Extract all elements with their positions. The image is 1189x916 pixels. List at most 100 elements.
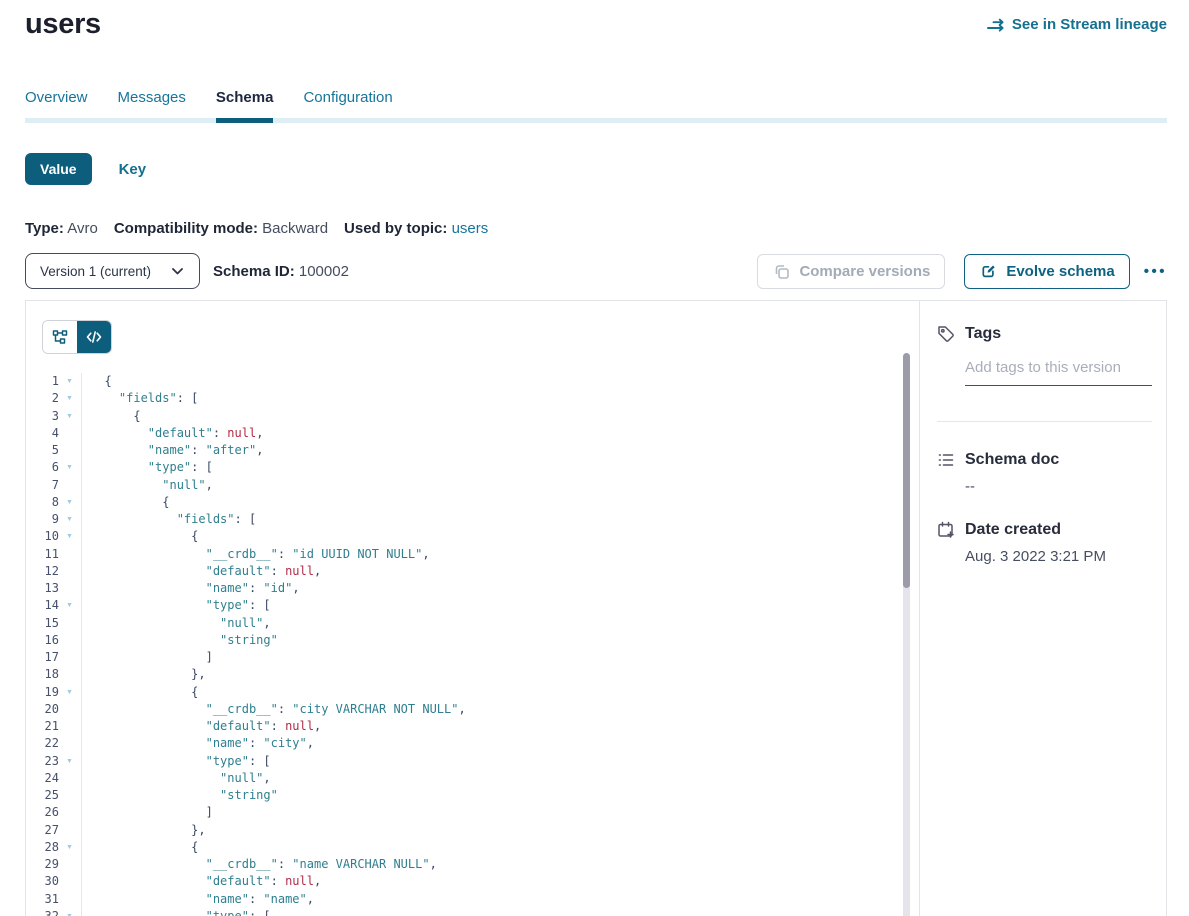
fold-spacer: [59, 718, 80, 735]
schema-doc-heading-label: Schema doc: [965, 451, 1059, 469]
code-line: 29 "__crdb__": "name VARCHAR NULL",: [26, 856, 899, 873]
line-number: 32: [26, 908, 59, 916]
code-line: 27 },: [26, 822, 899, 839]
more-options-button[interactable]: •••: [1144, 263, 1167, 280]
editor-view-toggle: [42, 320, 112, 354]
code-line: 18 },: [26, 666, 899, 683]
line-number: 30: [26, 873, 59, 890]
tab-schema[interactable]: Schema: [216, 89, 274, 123]
code-lines: 1▼ {2▼ "fields": [3▼ {4 "default": null,…: [26, 373, 899, 916]
fold-spacer: [59, 666, 80, 683]
editor-scrollbar[interactable]: [903, 353, 910, 916]
type-label: Type:: [25, 220, 64, 237]
code-line: 8▼ {: [26, 494, 899, 511]
page-header: users See in Stream lineage: [25, 8, 1167, 41]
fold-toggle-icon[interactable]: ▼: [59, 597, 80, 614]
fold-spacer: [59, 891, 80, 908]
code-line: 28▼ {: [26, 839, 899, 856]
schema-id-value: 100002: [299, 263, 349, 280]
code-line: 25 "string": [26, 787, 899, 804]
tags-input[interactable]: [965, 359, 1152, 386]
code-line: 22 "name": "city",: [26, 735, 899, 752]
line-number: 9: [26, 511, 59, 528]
code-line: 26 ]: [26, 804, 899, 821]
compare-versions-label: Compare versions: [799, 263, 930, 280]
stream-lineage-label: See in Stream lineage: [1012, 16, 1167, 33]
line-number: 28: [26, 839, 59, 856]
tree-view-button[interactable]: [43, 321, 77, 353]
tab-configuration[interactable]: Configuration: [303, 89, 392, 123]
line-number: 20: [26, 701, 59, 718]
tab-overview[interactable]: Overview: [25, 89, 88, 123]
editor-scrollbar-thumb[interactable]: [903, 353, 910, 588]
line-number: 16: [26, 632, 59, 649]
line-number: 26: [26, 804, 59, 821]
fold-toggle-icon[interactable]: ▼: [59, 908, 80, 916]
compat-label: Compatibility mode:: [114, 220, 258, 237]
line-number: 14: [26, 597, 59, 614]
code-line: 15 "null",: [26, 615, 899, 632]
compare-versions-icon: [772, 262, 790, 280]
chevron-down-icon: [168, 262, 186, 280]
calendar-plus-icon: [937, 521, 955, 539]
line-number: 21: [26, 718, 59, 735]
line-number: 17: [26, 649, 59, 666]
line-number: 8: [26, 494, 59, 511]
tags-heading-label: Tags: [965, 325, 1001, 343]
fold-toggle-icon[interactable]: ▼: [59, 839, 80, 856]
line-number: 23: [26, 753, 59, 770]
version-dropdown[interactable]: Version 1 (current): [25, 253, 200, 289]
meta-topic: Used by topic: users: [344, 220, 488, 237]
value-tab-button[interactable]: Value: [25, 153, 92, 185]
line-number: 11: [26, 546, 59, 563]
line-number: 19: [26, 684, 59, 701]
schema-sidebar: Tags Schema doc --: [920, 301, 1168, 916]
tab-bar: Overview Messages Schema Configuration: [25, 89, 1167, 123]
fold-toggle-icon[interactable]: ▼: [59, 459, 80, 476]
code-view-button[interactable]: [77, 321, 111, 353]
fold-toggle-icon[interactable]: ▼: [59, 511, 80, 528]
schema-meta: Type: Avro Compatibility mode: Backward …: [25, 220, 488, 237]
code-line: 23▼ "type": [: [26, 753, 899, 770]
fold-toggle-icon[interactable]: ▼: [59, 753, 80, 770]
code-line: 21 "default": null,: [26, 718, 899, 735]
tags-section: Tags: [937, 325, 1152, 386]
fold-spacer: [59, 787, 80, 804]
code-line: 13 "name": "id",: [26, 580, 899, 597]
date-created-section: Date created Aug. 3 2022 3:21 PM: [937, 521, 1152, 565]
fold-spacer: [59, 477, 80, 494]
line-number: 31: [26, 891, 59, 908]
key-tab-button[interactable]: Key: [119, 161, 147, 178]
line-number: 12: [26, 563, 59, 580]
type-value: Avro: [67, 220, 98, 237]
topic-link[interactable]: users: [452, 220, 489, 237]
tab-messages[interactable]: Messages: [118, 89, 186, 123]
fold-spacer: [59, 804, 80, 821]
fold-toggle-icon[interactable]: ▼: [59, 494, 80, 511]
fold-spacer: [59, 563, 80, 580]
line-number: 27: [26, 822, 59, 839]
fold-toggle-icon[interactable]: ▼: [59, 684, 80, 701]
schema-doc-heading: Schema doc: [937, 451, 1152, 469]
value-key-toggle: Value Key: [25, 153, 146, 185]
line-number: 4: [26, 425, 59, 442]
fold-toggle-icon[interactable]: ▼: [59, 528, 80, 545]
line-number: 18: [26, 666, 59, 683]
code-line: 1▼ {: [26, 373, 899, 390]
schema-id-label: Schema ID:: [213, 263, 295, 280]
code-line: 30 "default": null,: [26, 873, 899, 890]
compare-versions-button[interactable]: Compare versions: [757, 254, 945, 289]
fold-toggle-icon[interactable]: ▼: [59, 408, 80, 425]
code-line: 20 "__crdb__": "city VARCHAR NOT NULL",: [26, 701, 899, 718]
line-number: 10: [26, 528, 59, 545]
stream-lineage-link[interactable]: See in Stream lineage: [987, 16, 1167, 34]
fold-toggle-icon[interactable]: ▼: [59, 390, 80, 407]
fold-spacer: [59, 822, 80, 839]
schema-doc-section: Schema doc --: [937, 451, 1152, 495]
stream-lineage-icon: [987, 16, 1005, 34]
code-line: 17 ]: [26, 649, 899, 666]
evolve-schema-button[interactable]: Evolve schema: [964, 254, 1129, 289]
fold-spacer: [59, 442, 80, 459]
fold-toggle-icon[interactable]: ▼: [59, 373, 80, 390]
schema-id: Schema ID: 100002: [213, 263, 349, 280]
